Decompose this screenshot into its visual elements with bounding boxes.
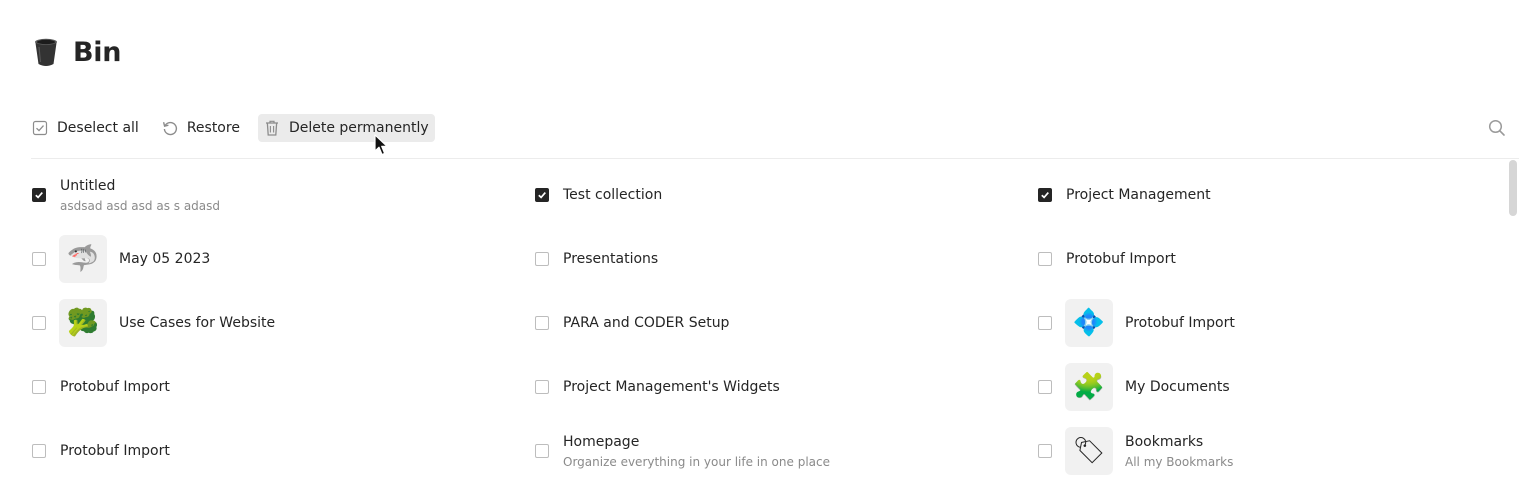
delete-permanently-button[interactable]: Delete permanently [257,114,435,142]
bin-items-grid: Untitled asdsad asd asd as s adasd Test co… [32,163,1498,483]
item-checkbox[interactable] [535,316,549,330]
item-text: Use Cases for Website [119,314,275,332]
restore-button[interactable]: Restore [161,114,246,142]
item-name: My Documents [1125,379,1230,395]
bin-item[interactable]: 💠 Protobuf Import [1038,291,1498,355]
item-checkbox[interactable] [32,444,46,458]
item-checkbox[interactable] [1038,252,1052,266]
item-name: Project Management's Widgets [563,379,780,395]
item-checkbox[interactable] [535,188,549,202]
bin-item[interactable]: 🥦 Use Cases for Website [32,291,535,355]
item-name: Protobuf Import [60,379,170,395]
item-name: Bookmarks [1125,433,1204,450]
bin-item[interactable]: Protobuf Import [32,419,535,483]
item-text: Bookmarks All my Bookmarks [1125,433,1233,470]
item-checkbox[interactable] [1038,380,1052,394]
deselect-all-label: Deselect all [57,120,139,136]
deselect-all-button[interactable]: Deselect all [31,114,145,142]
item-description: Organize everything in your life in one … [563,454,830,469]
toolbar-divider [31,158,1519,159]
bin-item[interactable]: 🦈 May 05 2023 [32,227,535,291]
item-text: Presentations [563,250,658,268]
item-checkbox[interactable] [1038,188,1052,202]
trash-icon [263,119,281,137]
item-thumbnail: 🧩 [1065,363,1113,411]
broccoli-icon: 🥦 [66,308,100,338]
item-text: My Documents [1125,378,1230,396]
item-checkbox[interactable] [1038,316,1052,330]
page-header: Bin [31,34,121,70]
item-name: Project Management [1066,187,1211,203]
item-text: Protobuf Import [1066,250,1176,268]
item-name: Untitled [60,177,116,194]
item-name: Protobuf Import [1125,315,1235,331]
item-text: Test collection [563,186,662,204]
bin-item[interactable]: Protobuf Import [1038,227,1498,291]
item-name: Presentations [563,251,659,267]
bin-item[interactable]: 🧩 My Documents [1038,355,1498,419]
item-description: asdsad asd asd as s adasd [60,198,221,213]
shark-icon: 🦈 [66,244,100,274]
item-text: Untitled asdsad asd asd as s adasd [60,177,220,214]
item-thumbnail: 🏷 [1065,427,1113,475]
item-name: Use Cases for Website [119,315,276,331]
scrollbar-thumb[interactable] [1509,160,1517,216]
item-checkbox[interactable] [32,188,46,202]
item-name: May 05 2023 [119,251,211,267]
item-text: Protobuf Import [1125,314,1235,332]
item-checkbox[interactable] [535,252,549,266]
item-thumbnail: 💠 [1065,299,1113,347]
scrollbar[interactable] [1508,160,1518,483]
bin-item[interactable]: Presentations [535,227,1038,291]
item-text: May 05 2023 [119,250,210,268]
search-icon[interactable] [1487,118,1507,138]
item-text: Protobuf Import [60,378,170,396]
item-checkbox[interactable] [32,380,46,394]
bin-item[interactable]: Project Management's Widgets [535,355,1038,419]
item-description: All my Bookmarks [1125,454,1234,469]
bin-item[interactable]: Protobuf Import [32,355,535,419]
bin-item[interactable]: Test collection [535,163,1038,227]
item-text: Homepage Organize everything in your life… [563,433,830,470]
item-text: Protobuf Import [60,442,170,460]
puzzle-piece-icon: 🧩 [1072,372,1106,402]
delete-permanently-label: Delete permanently [288,120,429,136]
checkbox-checked-icon [31,119,49,137]
bin-item[interactable]: Homepage Organize everything in your life… [535,419,1038,483]
item-text: Project Management [1066,186,1211,204]
item-thumbnail: 🥦 [59,299,107,347]
item-checkbox[interactable] [535,444,549,458]
page-title: Bin [73,36,122,68]
trash-bin-icon [31,34,61,70]
item-name: Protobuf Import [60,443,170,459]
item-text: PARA and CODER Setup [563,314,729,332]
item-checkbox[interactable] [32,316,46,330]
bin-item[interactable]: 🏷 Bookmarks All my Bookmarks [1038,419,1498,483]
restore-label: Restore [186,120,240,136]
diamond-grid-icon: 💠 [1072,308,1106,338]
item-name: Homepage [563,433,640,450]
restore-icon [161,119,179,137]
item-name: Protobuf Import [1066,251,1176,267]
bin-toolbar: Deselect all Restore Delete permanently [31,114,435,142]
bin-item[interactable]: Project Management [1038,163,1498,227]
item-text: Project Management's Widgets [563,378,780,396]
item-name: PARA and CODER Setup [563,315,730,331]
item-checkbox[interactable] [32,252,46,266]
item-checkbox[interactable] [1038,444,1052,458]
item-thumbnail: 🦈 [59,235,107,283]
item-name: Test collection [563,187,663,203]
tag-icon: 🏷 [1072,436,1106,466]
item-checkbox[interactable] [535,380,549,394]
bin-item[interactable]: PARA and CODER Setup [535,291,1038,355]
bin-item[interactable]: Untitled asdsad asd asd as s adasd [32,163,535,227]
